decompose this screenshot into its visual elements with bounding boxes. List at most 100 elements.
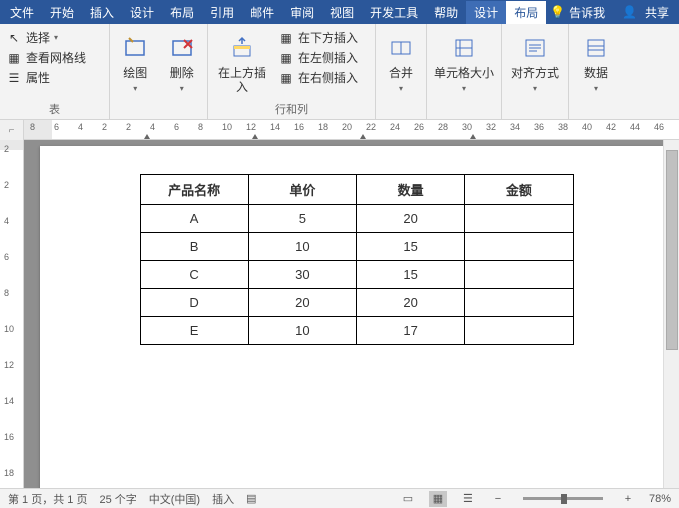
- table-cell[interactable]: [465, 317, 573, 345]
- select-button[interactable]: ↖选择▾: [4, 28, 105, 47]
- draw-table-button[interactable]: 绘图▾: [114, 28, 157, 97]
- status-words[interactable]: 25 个字: [99, 491, 136, 507]
- table-row[interactable]: E1017: [140, 317, 573, 345]
- tab-developer[interactable]: 开发工具: [362, 1, 426, 24]
- table-cell[interactable]: 5: [248, 205, 356, 233]
- table-cell[interactable]: [465, 261, 573, 289]
- delete-button[interactable]: 删除▾: [161, 28, 204, 97]
- insert-above-button[interactable]: 在上方插入: [212, 28, 272, 97]
- insert-right-button[interactable]: ▦在右侧插入: [276, 68, 360, 87]
- zoom-slider-thumb[interactable]: [561, 494, 567, 504]
- view-gridlines-button[interactable]: ▦查看网格线: [4, 48, 105, 67]
- grid-icon: ▦: [6, 50, 22, 66]
- tab-view[interactable]: 视图: [322, 1, 362, 24]
- group-rows-cols-label: 行和列: [212, 99, 371, 119]
- delete-icon: [166, 32, 198, 64]
- insert-right-icon: ▦: [278, 70, 294, 86]
- insert-below-icon: ▦: [278, 30, 294, 46]
- table-header[interactable]: 产品名称: [140, 175, 248, 205]
- tab-mailings[interactable]: 邮件: [242, 1, 282, 24]
- table-header[interactable]: 数量: [357, 175, 465, 205]
- menu-bar: 文件 开始 插入 设计 布局 引用 邮件 审阅 视图 开发工具 帮助 设计 布局…: [0, 0, 679, 24]
- table-cell[interactable]: 10: [248, 233, 356, 261]
- table-row[interactable]: D2020: [140, 289, 573, 317]
- table-cell[interactable]: A: [140, 205, 248, 233]
- status-mode[interactable]: 插入: [212, 491, 234, 507]
- table-cell[interactable]: [465, 205, 573, 233]
- merge-button[interactable]: 合并▾: [380, 28, 422, 97]
- insert-below-button[interactable]: ▦在下方插入: [276, 28, 360, 47]
- table-cell[interactable]: [465, 289, 573, 317]
- merge-icon: [385, 32, 417, 64]
- table-header[interactable]: 单价: [248, 175, 356, 205]
- table-cell[interactable]: 17: [357, 317, 465, 345]
- tab-design[interactable]: 设计: [122, 1, 162, 24]
- table-header[interactable]: 金额: [465, 175, 573, 205]
- view-read-button[interactable]: ▭: [399, 491, 417, 507]
- tab-insert[interactable]: 插入: [82, 1, 122, 24]
- group-table-label: 表: [4, 99, 105, 119]
- properties-button[interactable]: ☰属性: [4, 68, 105, 87]
- tell-me-icon: 💡: [550, 5, 565, 19]
- status-bar: 第 1 页，共 1 页 25 个字 中文(中国) 插入 ▤ ▭ ▦ ☰ − + …: [0, 488, 679, 508]
- table-cell[interactable]: E: [140, 317, 248, 345]
- table-cell[interactable]: 15: [357, 261, 465, 289]
- share-icon: 👤: [622, 5, 637, 19]
- group-draw-label: [114, 115, 203, 119]
- zoom-in-button[interactable]: +: [619, 491, 637, 507]
- table-cell[interactable]: 20: [357, 205, 465, 233]
- insert-above-icon: [226, 32, 258, 64]
- share-button[interactable]: 共享: [637, 1, 677, 24]
- tab-help[interactable]: 帮助: [426, 1, 466, 24]
- view-print-button[interactable]: ▦: [429, 491, 447, 507]
- properties-icon: ☰: [6, 70, 22, 86]
- ribbon: ↖选择▾ ▦查看网格线 ☰属性 表 绘图▾ 删除▾ 在上方插入 ▦在下方插入 ▦…: [0, 24, 679, 120]
- align-icon: [519, 32, 551, 64]
- table-cell[interactable]: 10: [248, 317, 356, 345]
- tab-file[interactable]: 文件: [2, 1, 42, 24]
- document-area: 224681012141618 产品名称单价数量金额 A520B1015C301…: [0, 140, 679, 488]
- table-cell[interactable]: D: [140, 289, 248, 317]
- data-button[interactable]: 数据▾: [573, 28, 619, 97]
- page-viewport[interactable]: 产品名称单价数量金额 A520B1015C3015D2020E1017: [24, 140, 679, 488]
- zoom-slider[interactable]: [523, 497, 603, 500]
- table-row[interactable]: C3015: [140, 261, 573, 289]
- table-cell[interactable]: [465, 233, 573, 261]
- zoom-out-button[interactable]: −: [489, 491, 507, 507]
- status-language[interactable]: 中文(中国): [149, 491, 200, 507]
- ruler-horizontal: ⌐ 86422468101214161820222426283032343638…: [0, 120, 679, 140]
- table-cell[interactable]: 30: [248, 261, 356, 289]
- ruler-corner: ⌐: [0, 120, 24, 140]
- table-cell[interactable]: 20: [357, 289, 465, 317]
- tab-home[interactable]: 开始: [42, 1, 82, 24]
- tab-review[interactable]: 审阅: [282, 1, 322, 24]
- pointer-icon: ↖: [6, 30, 22, 46]
- tab-table-design[interactable]: 设计: [466, 1, 506, 24]
- table-cell[interactable]: B: [140, 233, 248, 261]
- scrollbar-vertical[interactable]: [663, 140, 679, 488]
- table-cell[interactable]: C: [140, 261, 248, 289]
- tell-me[interactable]: 告诉我: [569, 1, 613, 24]
- insert-left-button[interactable]: ▦在左侧插入: [276, 48, 360, 67]
- status-page[interactable]: 第 1 页，共 1 页: [8, 491, 87, 507]
- ruler-vertical[interactable]: 224681012141618: [0, 140, 24, 488]
- table-cell[interactable]: 15: [357, 233, 465, 261]
- alignment-button[interactable]: 对齐方式▾: [506, 28, 564, 97]
- table-cell[interactable]: 20: [248, 289, 356, 317]
- data-icon: [580, 32, 612, 64]
- tab-references[interactable]: 引用: [202, 1, 242, 24]
- tab-table-layout[interactable]: 布局: [506, 1, 546, 24]
- insert-left-icon: ▦: [278, 50, 294, 66]
- scrollbar-thumb[interactable]: [666, 150, 678, 350]
- zoom-level[interactable]: 78%: [649, 493, 671, 505]
- hruler[interactable]: 8642246810121416182022242628303234363840…: [24, 120, 679, 139]
- macro-icon[interactable]: ▤: [246, 492, 256, 505]
- cell-size-button[interactable]: 单元格大小▾: [431, 28, 497, 97]
- view-web-button[interactable]: ☰: [459, 491, 477, 507]
- document-table[interactable]: 产品名称单价数量金额 A520B1015C3015D2020E1017: [140, 174, 574, 345]
- draw-icon: [119, 32, 151, 64]
- table-row[interactable]: A520: [140, 205, 573, 233]
- table-row[interactable]: B1015: [140, 233, 573, 261]
- tab-layout[interactable]: 布局: [162, 1, 202, 24]
- cell-size-icon: [448, 32, 480, 64]
